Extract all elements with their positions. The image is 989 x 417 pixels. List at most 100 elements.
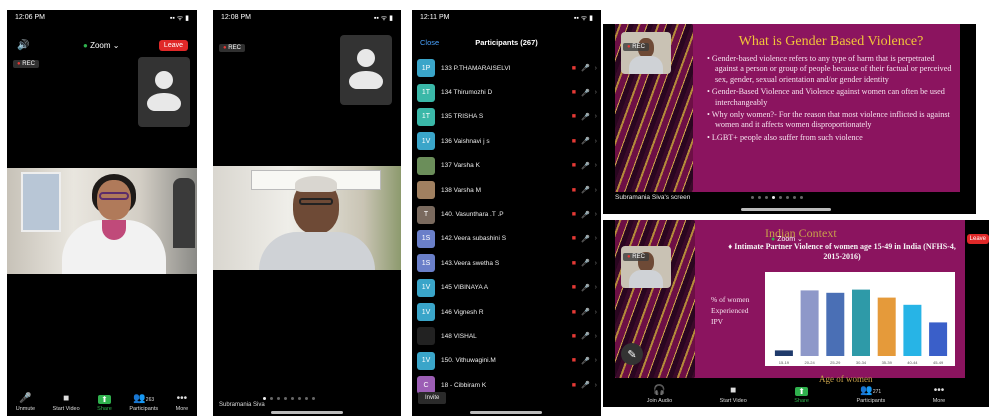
leave-button[interactable]: Leave xyxy=(966,234,989,244)
self-video-thumbnail[interactable] xyxy=(138,57,190,127)
slide-title: What is Gender Based Violence? xyxy=(738,34,924,49)
participants-button[interactable]: 👥271 Participants xyxy=(856,385,885,404)
chevron-right-icon[interactable]: › xyxy=(595,382,597,389)
participant-name: 142.Veera subashini S xyxy=(441,235,507,243)
participants-button[interactable]: 👥263 Participants xyxy=(129,393,158,412)
speaker-body xyxy=(259,232,375,270)
meeting-toolbar: 🎧 Join Audio ■ Start Video ⬆ Share 👥271 … xyxy=(603,377,989,407)
chart-bar xyxy=(903,304,922,356)
participants-list[interactable]: 1P 133 P.THAMARAISELVI ■ 🎤 › 1T 134 Thirumozhi… xyxy=(412,56,601,397)
share-icon: ⬆ xyxy=(795,387,808,396)
chart-tick-label: 40-44 xyxy=(907,360,918,365)
share-button[interactable]: ⬆ Share xyxy=(794,387,809,404)
home-indicator[interactable] xyxy=(271,411,343,414)
slide-bullets: • Gender-based violence refers to any ty… xyxy=(707,54,957,143)
participant-row[interactable]: 1P 133 P.THAMARAISELVI ■ 🎤 › xyxy=(412,56,601,80)
page-dot xyxy=(312,397,315,400)
participant-status-icons: ■ 🎤 › xyxy=(572,186,597,195)
invite-button[interactable]: Invite xyxy=(418,392,447,404)
participants-count: 271 xyxy=(872,389,882,395)
share-button[interactable]: ⬆ Share xyxy=(97,395,112,412)
chevron-right-icon[interactable]: › xyxy=(595,284,597,291)
home-indicator[interactable] xyxy=(470,411,542,414)
video-off-icon: ■ xyxy=(571,64,576,72)
chart-tick-label: 30-34 xyxy=(856,360,867,365)
more-icon: ••• xyxy=(176,393,188,404)
camera-off-icon: ■ xyxy=(730,385,737,396)
participant-avatar: 1S xyxy=(417,254,435,273)
participant-row[interactable]: 1T 134 Thirumozhi D ■ 🎤 › xyxy=(412,80,601,104)
participant-avatar: 1V xyxy=(417,303,435,322)
speaker-hair xyxy=(295,176,337,192)
speaker-audio-icon[interactable]: 🔊 xyxy=(17,40,29,51)
shared-screen-2: Indian Context ♦ Intimate Partner Violen… xyxy=(603,220,989,407)
participant-row[interactable]: 137 Varsha K ■ 🎤 › xyxy=(412,154,601,178)
annotate-button[interactable]: ✎ xyxy=(621,343,643,365)
mic-off-icon: 🎤 xyxy=(580,382,590,390)
participant-name: 136 Vaishnavi j s xyxy=(441,137,490,145)
more-button[interactable]: ••• More xyxy=(933,385,946,404)
background-window xyxy=(21,172,61,232)
ipv-bar-chart: 15-19 20-24 25-29 30-34 35-39 40-44 45-49 xyxy=(765,272,955,366)
participant-name: 146 Vignesh R xyxy=(441,308,484,316)
chevron-right-icon[interactable]: › xyxy=(595,89,597,96)
page-dot xyxy=(263,397,266,400)
more-button[interactable]: ••• More xyxy=(176,393,189,412)
rec-badge: REC xyxy=(219,44,245,52)
page-dot xyxy=(305,397,308,400)
participant-row[interactable]: 1V 145 VIBINAYA A ■ 🎤 › xyxy=(412,276,601,300)
participant-row[interactable]: T 140. Vasunthara .T .P ■ 🎤 › xyxy=(412,202,601,226)
start-video-button[interactable]: ■ Start Video xyxy=(53,393,80,412)
chevron-right-icon[interactable]: › xyxy=(595,65,597,72)
chevron-right-icon[interactable]: › xyxy=(595,138,597,145)
participants-count: 263 xyxy=(145,397,155,403)
join-audio-button[interactable]: 🎧 Join Audio xyxy=(647,385,672,404)
page-indicator[interactable] xyxy=(263,397,315,400)
home-indicator[interactable] xyxy=(741,208,831,211)
mic-off-icon: 🎤 xyxy=(580,260,590,268)
participant-row[interactable]: 148 VISHAL ■ 🎤 › xyxy=(412,324,601,348)
participant-avatar xyxy=(417,327,435,346)
chevron-right-icon[interactable]: › xyxy=(595,357,597,364)
start-video-label: Start Video xyxy=(52,406,80,412)
participant-row[interactable]: 1S 142.Veera subashini S ■ 🎤 › xyxy=(412,227,601,251)
presenter-thumbnail[interactable] xyxy=(621,32,671,74)
meeting-screen-2: 12:08 PM ▪▪ ᯤ ▮ REC Subramania Siva xyxy=(213,10,401,416)
participant-row[interactable]: 138 Varsha M ■ 🎤 › xyxy=(412,178,601,202)
participant-row[interactable]: 1V 136 Vaishnavi j s ■ 🎤 › xyxy=(412,129,601,153)
participant-status-icons: ■ 🎤 › xyxy=(572,89,597,97)
participant-status-icons: ■ 🎤 › xyxy=(572,137,597,146)
start-video-button[interactable]: ■ Start Video xyxy=(720,385,747,404)
chevron-down-icon: ⌄ xyxy=(797,236,803,243)
chevron-right-icon[interactable]: › xyxy=(595,187,597,194)
participant-row[interactable]: 1S 143.Veera swetha S ■ 🎤 › xyxy=(412,251,601,275)
app-title[interactable]: ● Zoom ⌄ xyxy=(771,235,803,243)
participant-row[interactable]: 1V 146 Vignesh R ■ 🎤 › xyxy=(412,300,601,324)
chevron-right-icon[interactable]: › xyxy=(595,235,597,242)
leave-button[interactable]: Leave xyxy=(158,40,188,51)
status-bar: 12:11 PM ▪▪ ᯤ ▮ xyxy=(412,10,601,24)
more-label: More xyxy=(175,406,189,412)
self-video-thumbnail[interactable] xyxy=(340,35,392,105)
share-icon: ⬆ xyxy=(98,395,111,404)
chevron-right-icon[interactable]: › xyxy=(595,113,597,120)
chevron-right-icon[interactable]: › xyxy=(595,333,597,340)
presenter-body xyxy=(629,270,663,288)
participant-row[interactable]: 1V 150. Vithuwagini.M ■ 🎤 › xyxy=(412,349,601,373)
chevron-right-icon[interactable]: › xyxy=(595,211,597,218)
unmute-button[interactable]: 🎤 Unmute xyxy=(16,393,35,412)
participant-status-icons: ■ 🎤 › xyxy=(572,259,597,268)
shield-icon: ● xyxy=(83,41,88,50)
bullet-item: • Why only women?- For the reason that m… xyxy=(707,110,950,130)
slide-canvas: Indian Context ♦ Intimate Partner Violen… xyxy=(615,220,965,384)
participant-status-icons: ■ 🎤 › xyxy=(572,284,597,292)
participant-row[interactable]: 1T 135 TRISHA S ■ 🎤 › xyxy=(412,105,601,129)
chevron-right-icon[interactable]: › xyxy=(595,309,597,316)
chevron-right-icon[interactable]: › xyxy=(595,260,597,267)
app-title[interactable]: ● Zoom ⌄ xyxy=(83,41,119,50)
page-indicator[interactable] xyxy=(751,196,803,199)
participant-name: 133 P.THAMARAISELVI xyxy=(441,64,511,72)
video-off-icon: ■ xyxy=(571,162,576,170)
chevron-down-icon: ⌄ xyxy=(112,41,120,50)
chevron-right-icon[interactable]: › xyxy=(595,162,597,169)
